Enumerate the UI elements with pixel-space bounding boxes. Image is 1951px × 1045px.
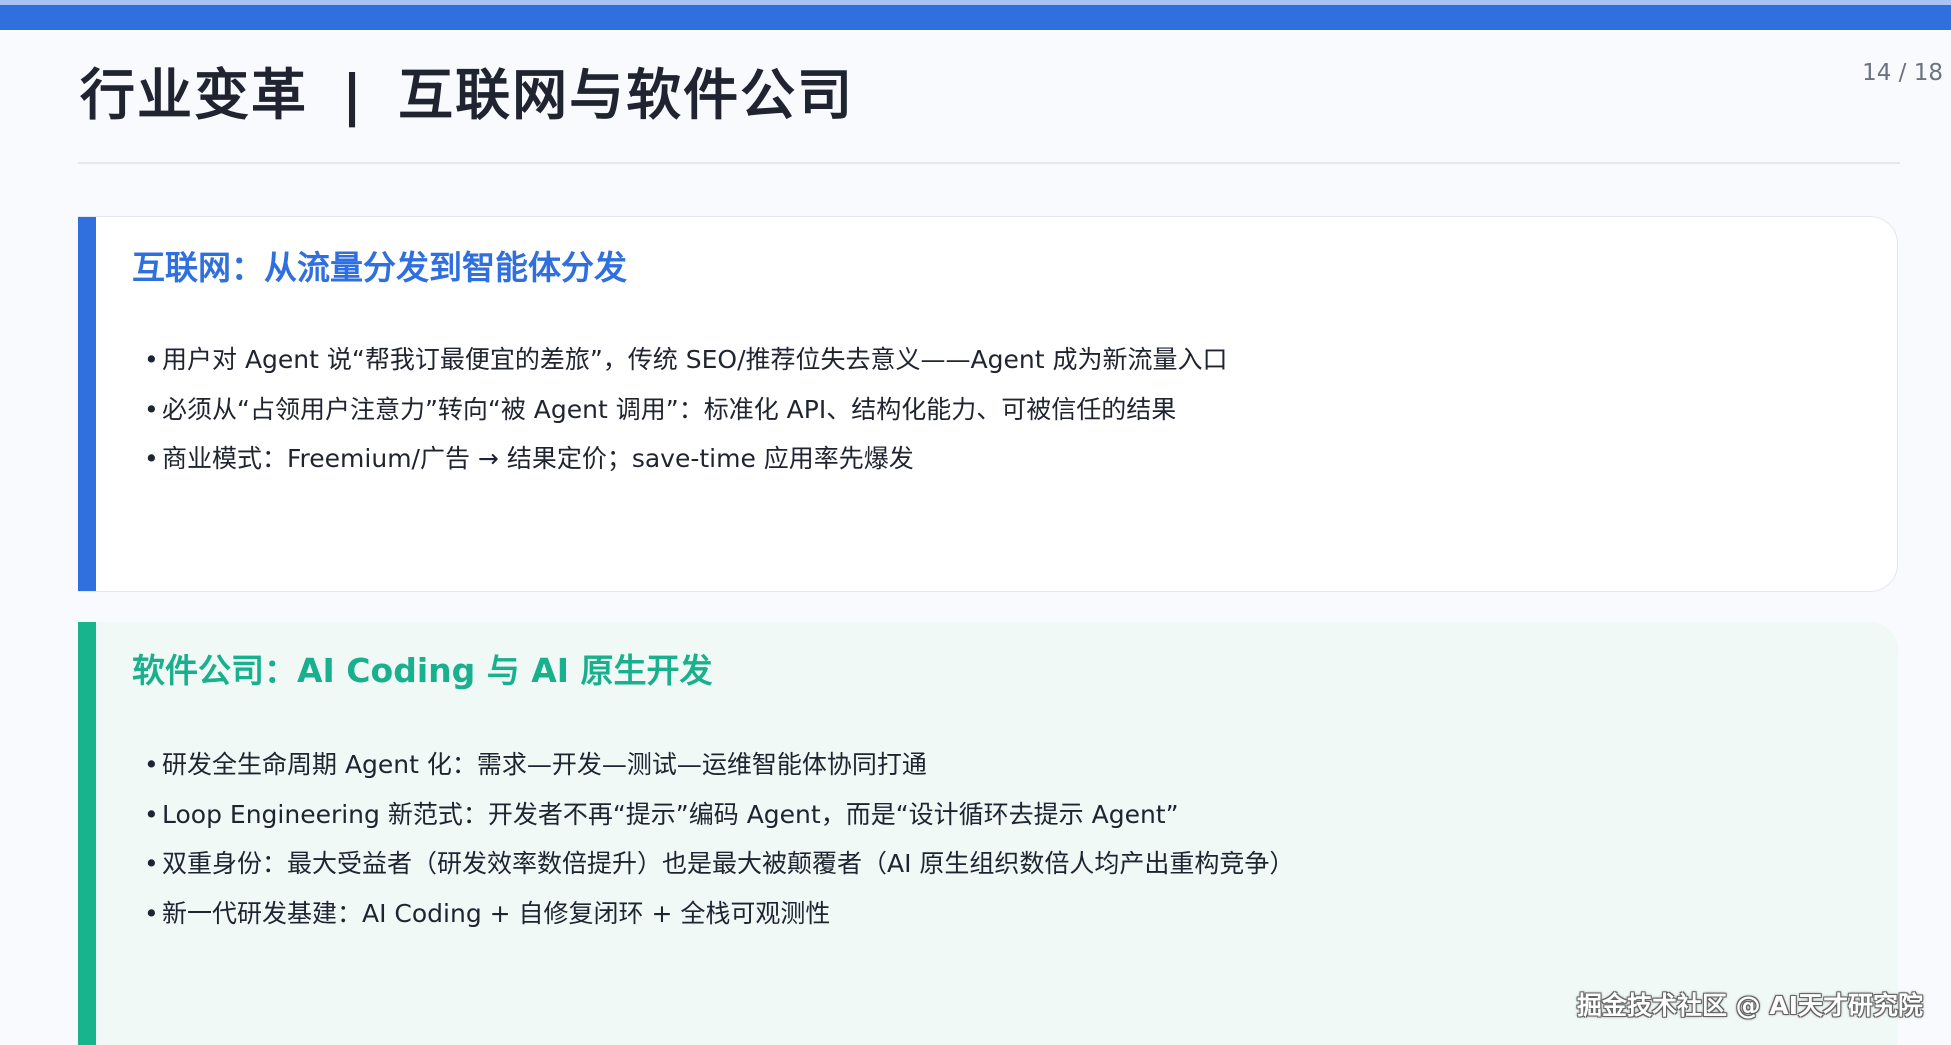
list-item-text: 新一代研发基建：AI Coding + 自修复闭环 + 全栈可观测性 [162,898,831,928]
list-item-text: 商业模式：Freemium/广告 → 结果定价；save-time 应用率先爆发 [162,444,914,473]
list-item: • 双重身份：最大受益者（研发效率数倍提升）也是最大被颠覆者（AI 原生组织数倍人… [144,839,1294,889]
page-title: 行业变革 | 互联网与软件公司 [80,50,854,130]
list-item-text: 研发全生命周期 Agent 化：需求—开发—测试—运维智能体协同打通 [162,750,927,779]
page-number: 14 / 18 [1862,60,1943,86]
card-accent-bar [78,622,96,1045]
slide-page: 行业变革 | 互联网与软件公司 14 / 18 互联网：从流量分发到智能体分发 • 用… [0,0,1951,1045]
card-internet: 互联网：从流量分发到智能体分发 • 用户对 Agent 说“帮我订最便宜的差旅”，… [78,216,1898,592]
list-item: • 商业模式：Freemium/广告 → 结果定价；save-time 应用率先爆… [144,434,1227,484]
list-item-text: 用户对 Agent 说“帮我订最便宜的差旅”，传统 SEO/推荐位失去意义——A… [162,345,1228,374]
list-item-text: 双重身份：最大受益者（研发效率数倍提升）也是最大被颠覆者（AI 原生组织数倍人均… [162,849,1295,878]
list-item: • 必须从“占领用户注意力”转向“被 Agent 调用”：标准化 API、结构化能… [144,385,1227,435]
bullet-glyph: • [144,898,159,928]
card-heading: 互联网：从流量分发到智能体分发 [132,248,627,287]
bullet-glyph: • [144,345,159,374]
list-item: • 研发全生命周期 Agent 化：需求—开发—测试—运维智能体协同打通 [144,740,1294,790]
card-heading: 软件公司：AI Coding 与 AI 原生开发 [132,651,713,690]
list-item-text: Loop Engineering 新范式：开发者不再“提示”编码 Agent，而… [162,799,1179,829]
bullet-glyph: • [144,394,159,424]
bullet-glyph: • [144,444,159,473]
list-item: • 新一代研发基建：AI Coding + 自修复闭环 + 全栈可观测性 [144,889,1294,939]
bullet-list: • 研发全生命周期 Agent 化：需求—开发—测试—运维智能体协同打通 • Loo… [144,740,1294,938]
bullet-glyph: • [144,750,159,779]
title-right: 互联网与软件公司 [398,63,855,127]
watermark: 掘金技术社区 @ AI天才研究院 [1576,991,1923,1020]
top-accent-highlight [0,0,1951,5]
title-left: 行业变革 [80,63,309,127]
card-software: 软件公司：AI Coding 与 AI 原生开发 • 研发全生命周期 Agent … [78,622,1898,1045]
bullet-list: • 用户对 Agent 说“帮我订最便宜的差旅”，传统 SEO/推荐位失去意义——… [144,335,1227,484]
list-item-text: 必须从“占领用户注意力”转向“被 Agent 调用”：标准化 API、结构化能力… [162,394,1177,424]
card-accent-bar [78,217,96,591]
title-separator: | [342,63,365,127]
bullet-glyph: • [144,849,159,878]
title-divider [78,162,1900,164]
list-item: • Loop Engineering 新范式：开发者不再“提示”编码 Agent，… [144,790,1294,840]
bullet-glyph: • [144,799,159,829]
list-item: • 用户对 Agent 说“帮我订最便宜的差旅”，传统 SEO/推荐位失去意义——… [144,335,1227,385]
